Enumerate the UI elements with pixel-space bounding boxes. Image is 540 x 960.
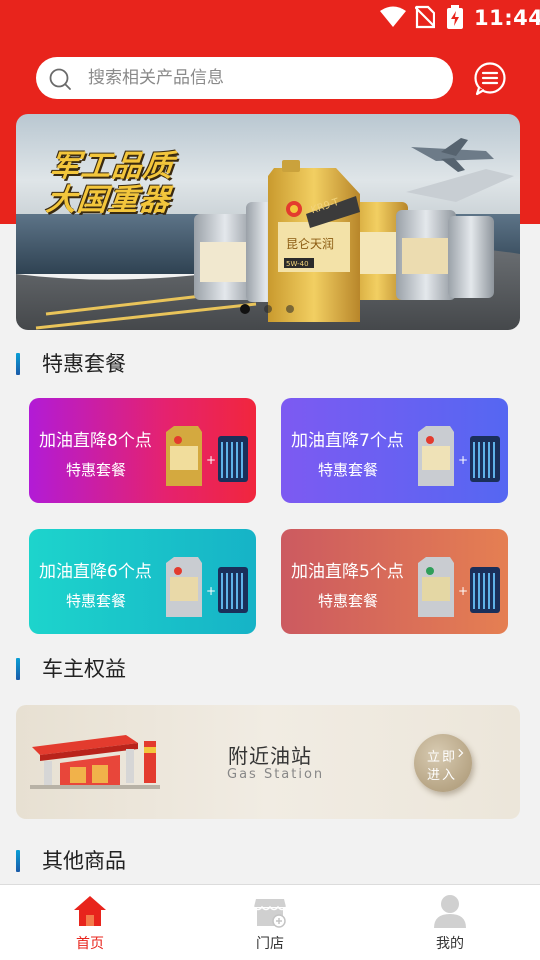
wifi-icon <box>380 6 406 27</box>
section-others-title: 其他商品 <box>42 849 126 873</box>
gas-station-illustration <box>30 735 160 789</box>
promo-banner[interactable]: 昆仑天润 KR9-T 5W-40 军工品质 大国重器 <box>16 114 520 330</box>
section-marker <box>16 353 20 375</box>
nearby-gas-station-card[interactable]: 附近油站 Gas Station 立即 进入 <box>16 705 520 819</box>
tab-store-label: 门店 <box>256 936 284 952</box>
message-icon[interactable] <box>472 61 508 97</box>
section-benefits-title: 车主权益 <box>42 657 126 681</box>
banner-slogan-line1: 军工品质 <box>48 149 176 184</box>
tab-profile[interactable]: 我的 <box>400 885 500 960</box>
bottom-tab-bar: 首页 门店 我的 <box>0 884 540 960</box>
package-product-icon: + <box>166 426 248 486</box>
status-bar: 11:44 <box>0 0 540 36</box>
package-card-4[interactable]: 加油直降5个点 特惠套餐 + <box>281 529 508 634</box>
gas-station-title: 附近油站 <box>228 744 312 768</box>
search-input[interactable] <box>88 63 438 93</box>
package-product-icon: + <box>166 557 248 617</box>
bottle-brand-text: 昆仑天润 <box>286 237 334 251</box>
chevron-right-icon <box>458 748 464 758</box>
package-subtitle: 特惠套餐 <box>66 461 127 479</box>
package-card-1[interactable]: 加油直降8个点 特惠套餐 + <box>29 398 256 503</box>
carousel-dot-active[interactable] <box>240 304 250 314</box>
banner-slogan-line2: 大国重器 <box>44 183 173 218</box>
package-card-2[interactable]: 加油直降7个点 特惠套餐 + <box>281 398 508 503</box>
tab-home[interactable]: 首页 <box>40 885 140 960</box>
package-card-3[interactable]: 加油直降6个点 特惠套餐 + <box>29 529 256 634</box>
profile-icon <box>434 895 466 928</box>
svg-text:+: + <box>458 584 468 598</box>
svg-text:+: + <box>458 453 468 467</box>
banner-slogan: 军工品质 大国重器 <box>44 149 176 218</box>
status-time: 11:44 <box>474 6 540 30</box>
svg-text:+: + <box>206 453 216 467</box>
store-icon <box>253 899 287 928</box>
search-icon <box>49 68 71 90</box>
section-marker <box>16 850 20 872</box>
banner-image: 昆仑天润 KR9-T 5W-40 <box>16 114 520 330</box>
section-marker <box>16 658 20 680</box>
package-title: 加油直降5个点 <box>291 562 404 582</box>
package-subtitle: 特惠套餐 <box>66 592 127 610</box>
no-sim-icon <box>415 5 435 29</box>
bottle-grade-text: 5W-40 <box>286 260 309 268</box>
carousel-dot[interactable] <box>286 305 294 313</box>
enter-button-line2: 进入 <box>427 768 458 783</box>
package-subtitle: 特惠套餐 <box>318 592 379 610</box>
package-product-icon: + <box>418 426 500 486</box>
section-special-title: 特惠套餐 <box>42 352 126 376</box>
svg-text:+: + <box>206 584 216 598</box>
package-product-icon: + <box>418 557 500 617</box>
package-title: 加油直降7个点 <box>291 431 404 451</box>
enter-button-line1: 立即 <box>427 750 458 765</box>
tab-home-label: 首页 <box>76 936 104 952</box>
home-icon <box>74 896 106 926</box>
battery-charging-icon <box>447 5 463 29</box>
tab-store[interactable]: 门店 <box>220 885 320 960</box>
package-title: 加油直降8个点 <box>39 431 152 451</box>
package-title: 加油直降6个点 <box>39 562 152 582</box>
carousel-dot[interactable] <box>264 305 272 313</box>
package-subtitle: 特惠套餐 <box>318 461 379 479</box>
tab-profile-label: 我的 <box>436 936 464 952</box>
search-bar[interactable] <box>36 57 453 99</box>
enter-button[interactable]: 立即 进入 <box>414 734 472 792</box>
gas-station-subtitle: Gas Station <box>227 767 325 782</box>
